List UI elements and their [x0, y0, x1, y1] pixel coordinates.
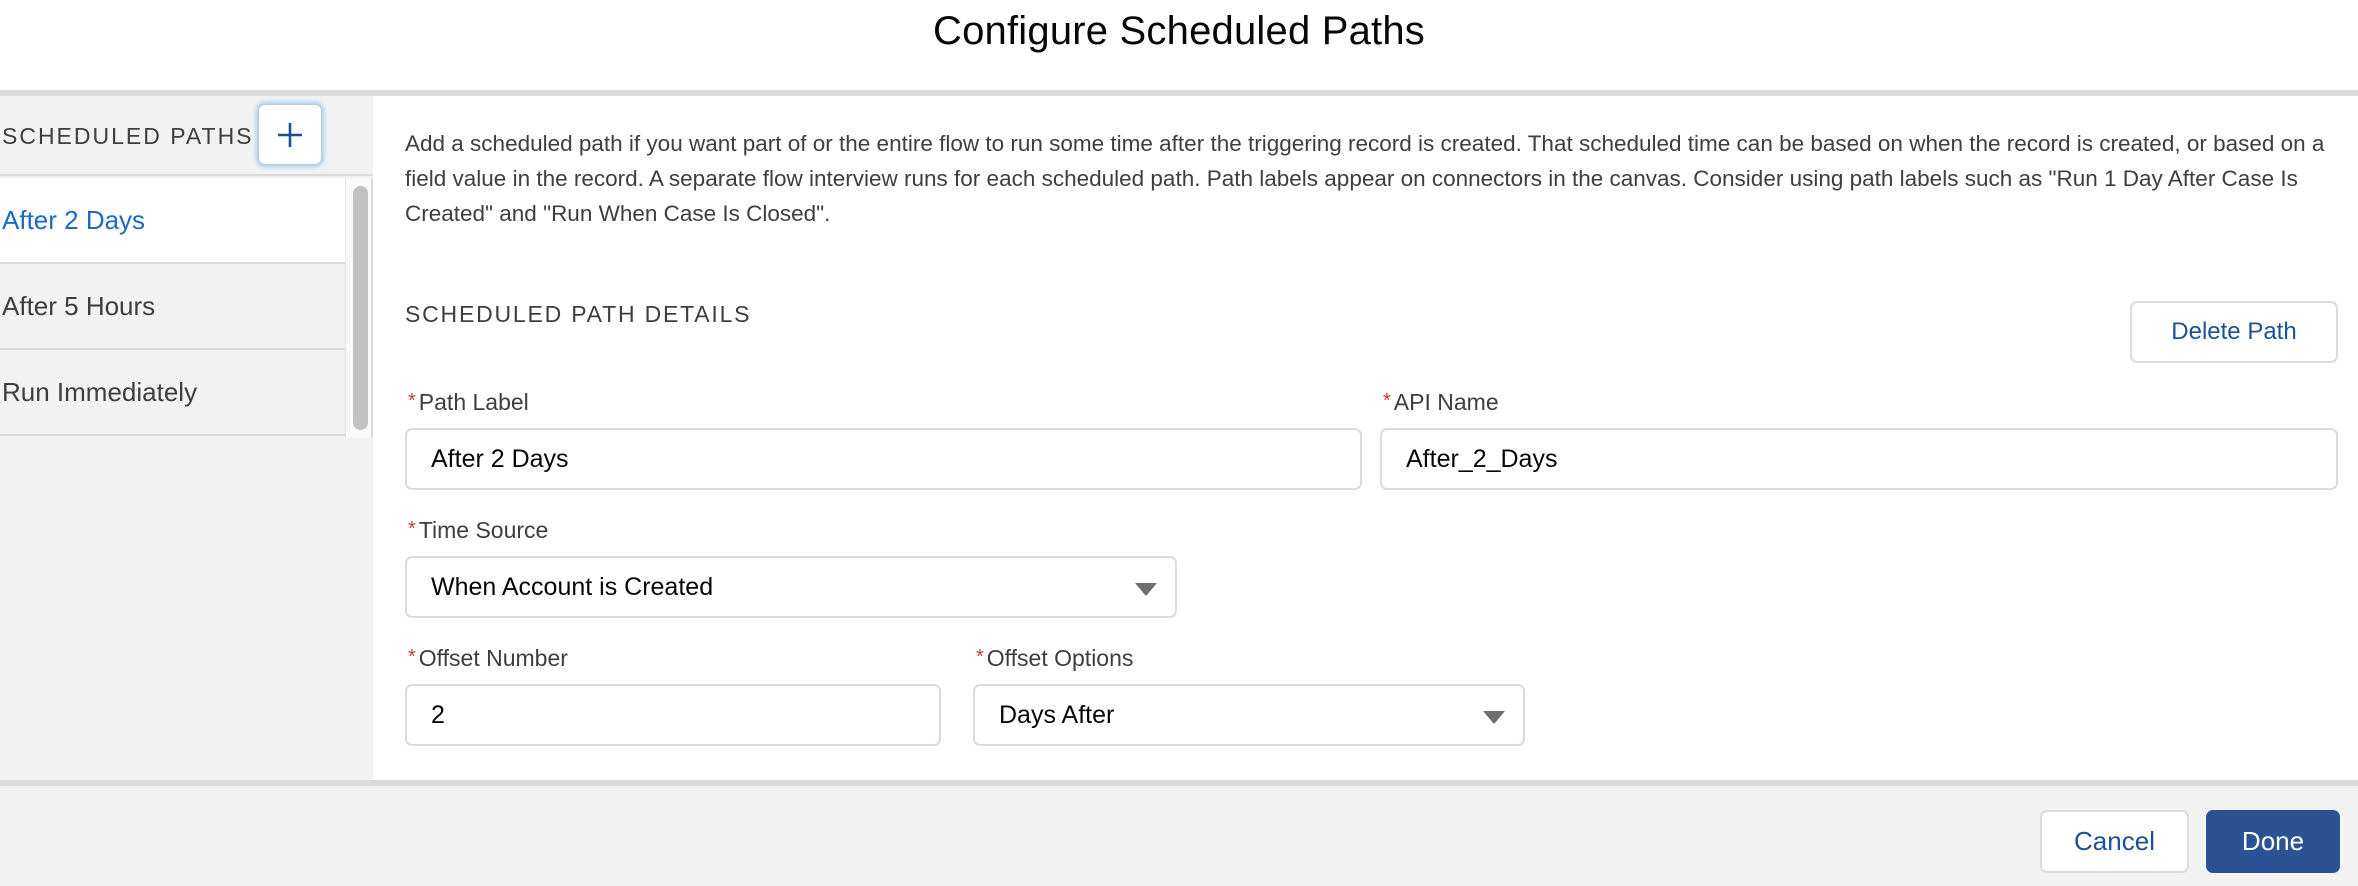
delete-path-button[interactable]: Delete Path: [2130, 301, 2338, 363]
path-label-label: * Path Label: [408, 389, 529, 416]
path-label-value: After 2 Days: [431, 444, 569, 473]
path-item-after-2-days[interactable]: After 2 Days: [0, 178, 345, 264]
scheduled-path-list: After 2 Days After 5 Hours Run Immediate…: [0, 178, 345, 436]
plus-icon: [278, 122, 302, 147]
section-title: SCHEDULED PATH DETAILS: [405, 301, 752, 327]
offset-number-label: * Offset Number: [408, 645, 568, 672]
add-scheduled-path-button[interactable]: [258, 104, 322, 165]
offset-options-label: * Offset Options: [976, 645, 1133, 672]
api-name-value: After_2_Days: [1406, 444, 1558, 473]
required-marker: *: [976, 646, 984, 668]
required-marker: *: [408, 518, 416, 540]
cancel-button[interactable]: Cancel: [2040, 810, 2189, 873]
caret-down-icon: [1483, 711, 1505, 724]
time-source-label: * Time Source: [408, 517, 548, 544]
field-label-text: Offset Options: [986, 645, 1134, 671]
modal-footer: Cancel Done: [0, 786, 2358, 886]
field-label-text: Offset Number: [418, 645, 568, 671]
time-source-select[interactable]: When Account is Created: [405, 556, 1177, 618]
api-name-input[interactable]: After_2_Days: [1380, 428, 2338, 490]
sidebar-title: SCHEDULED PATHS: [2, 123, 254, 149]
field-label-text: Path Label: [418, 389, 529, 415]
offset-options-select[interactable]: Days After: [973, 684, 1525, 746]
path-item-run-immediately[interactable]: Run Immediately: [0, 350, 345, 436]
offset-number-value: 2: [431, 700, 445, 729]
path-details-panel: Add a scheduled path if you want part of…: [373, 96, 2358, 780]
required-marker: *: [408, 390, 416, 412]
modal-header: Configure Scheduled Paths: [0, 0, 2358, 90]
done-button[interactable]: Done: [2206, 810, 2340, 873]
required-marker: *: [408, 646, 416, 668]
modal-title: Configure Scheduled Paths: [933, 8, 1425, 53]
intro-text: Add a scheduled path if you want part of…: [405, 131, 2325, 226]
sidebar: SCHEDULED PATHS After 2 Days After 5 Hou…: [0, 96, 373, 780]
time-source-value: When Account is Created: [431, 572, 714, 601]
offset-options-value: Days After: [999, 700, 1115, 729]
scrollbar-thumb[interactable]: [353, 186, 368, 430]
path-label-input[interactable]: After 2 Days: [405, 428, 1362, 490]
field-label-text: API Name: [1393, 389, 1499, 415]
sidebar-header: SCHEDULED PATHS: [0, 96, 373, 176]
required-marker: *: [1383, 390, 1391, 412]
path-item-after-5-hours[interactable]: After 5 Hours: [0, 264, 345, 350]
offset-number-input[interactable]: 2: [405, 684, 941, 746]
path-list-scrollbar[interactable]: [345, 178, 373, 438]
api-name-label: * API Name: [1383, 389, 1499, 416]
field-label-text: Time Source: [418, 517, 549, 543]
caret-down-icon: [1135, 583, 1157, 596]
